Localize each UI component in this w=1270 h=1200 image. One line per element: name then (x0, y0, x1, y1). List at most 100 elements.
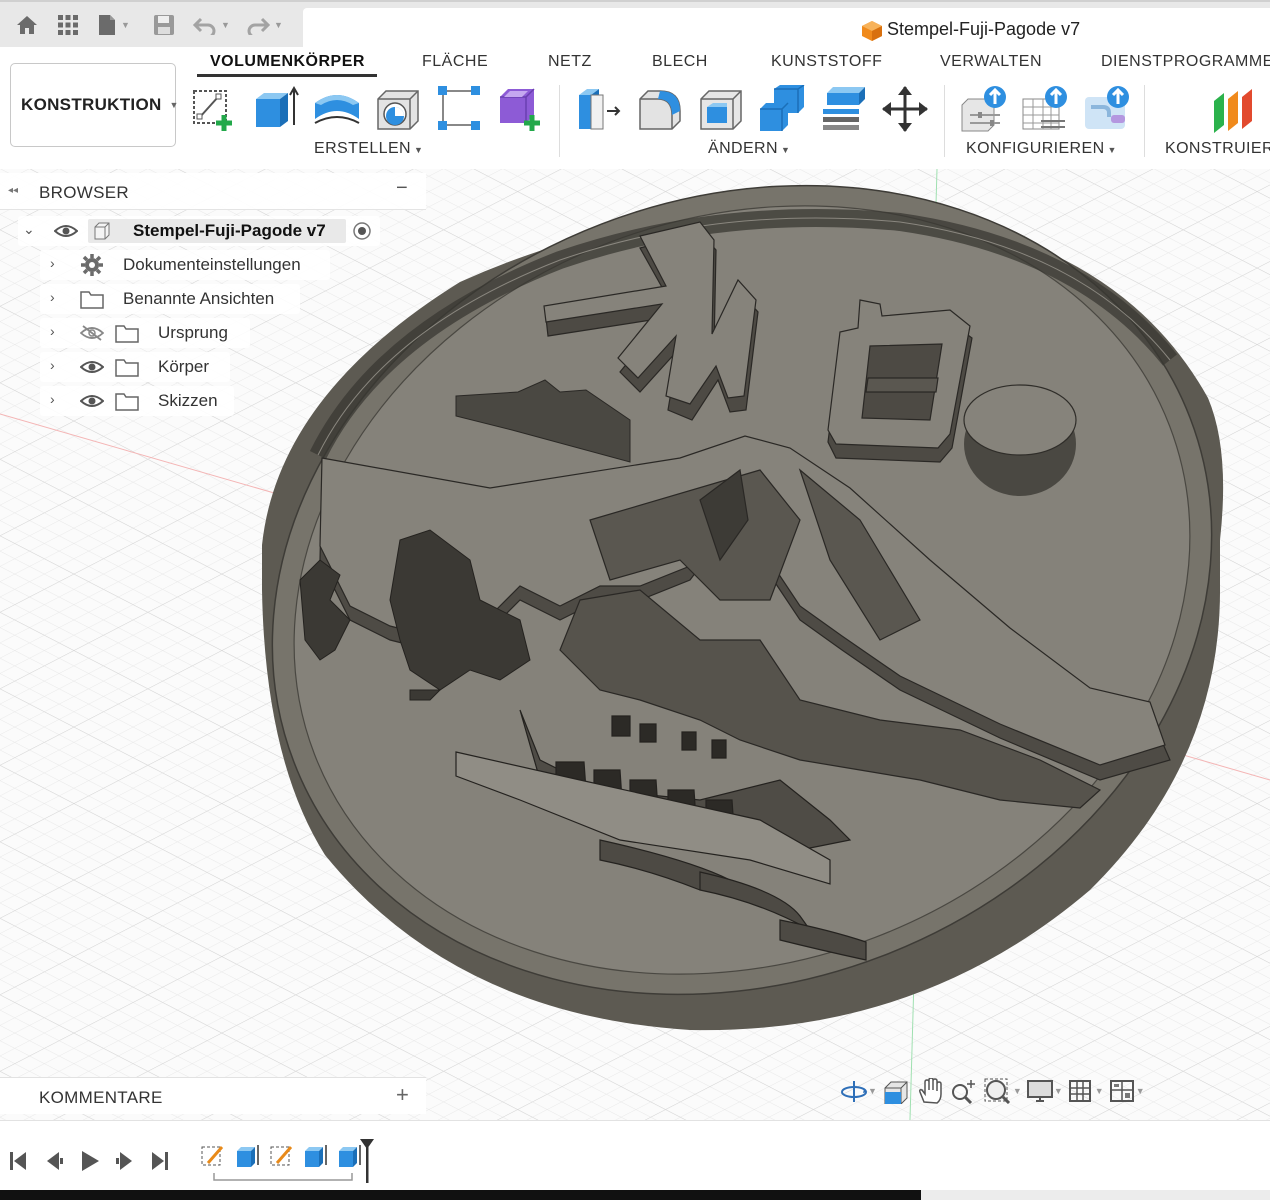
tab-kunststoff[interactable]: KUNSTSTOFF (771, 53, 882, 71)
eye-hidden-icon[interactable] (80, 325, 104, 341)
configure-table-icon[interactable] (1021, 85, 1069, 133)
tab-flaeche[interactable]: FLÄCHE (422, 53, 488, 71)
extrude-icon[interactable] (252, 85, 300, 133)
step-forward-icon[interactable] (114, 1150, 136, 1172)
tree-root[interactable]: ⌄ Stempel-Fuji-Pagode v7 (18, 216, 380, 246)
ribbon-toolbar: KONSTRUKTION ▼ VOLUMENKÖRPER FLÄCHE NETZ … (0, 47, 1270, 169)
configure-rules-icon[interactable] (1083, 85, 1131, 133)
tree-item-label: Körper (158, 357, 210, 376)
timeline-marker[interactable] (358, 1137, 376, 1185)
chevron-right-icon[interactable]: › (50, 357, 66, 373)
look-at-icon[interactable] (881, 1078, 911, 1104)
sketch-feature-icon[interactable] (200, 1143, 226, 1169)
pan-icon[interactable] (915, 1078, 945, 1104)
pattern-icon[interactable] (435, 85, 483, 133)
minimize-icon[interactable]: − (396, 177, 408, 200)
press-pull-icon[interactable] (575, 85, 623, 133)
document-cube-icon (862, 21, 882, 41)
chevron-down-icon: ▼ (780, 145, 791, 155)
new-component-icon[interactable] (498, 85, 546, 133)
tree-item-benannte-ansichten[interactable]: › Benannte Ansichten (40, 284, 300, 314)
extrude-feature-icon[interactable] (303, 1143, 329, 1169)
fit-icon[interactable]: ▼ (983, 1078, 1022, 1104)
navigation-bar: ▼ ▼ ▼ ▼ ▼ (840, 1076, 1145, 1106)
chevron-right-icon[interactable]: › (50, 391, 66, 407)
tree-item-label: Ursprung (158, 323, 228, 342)
folder-icon (115, 393, 139, 411)
add-comment-icon[interactable]: + (396, 1082, 409, 1108)
redo-icon[interactable]: ▼ (246, 12, 283, 38)
create-sketch-icon[interactable] (190, 85, 238, 133)
display-settings-icon[interactable]: ▼ (1026, 1078, 1063, 1104)
comments-title: KOMMENTARE (39, 1088, 163, 1107)
radio-active-icon[interactable] (352, 221, 372, 241)
tab-dienstprogramme[interactable]: DIENSTPROGRAMME (1101, 53, 1270, 71)
chevron-down-icon: ▼ (413, 145, 424, 155)
tab-blech[interactable]: BLECH (652, 53, 708, 71)
undo-icon[interactable]: ▼ (193, 12, 230, 38)
group-konstruieren[interactable]: KONSTRUIER (1165, 140, 1270, 158)
folder-icon (115, 325, 139, 343)
eye-icon[interactable] (54, 223, 78, 239)
extrude-feature-icon[interactable] (235, 1143, 261, 1169)
canvas-viewport[interactable]: ◂◂ BROWSER − ⌄ Stempel-Fuji-Pagode v7 › … (0, 169, 1270, 1190)
zoom-icon[interactable] (949, 1078, 979, 1104)
configure-parameters-icon[interactable] (960, 85, 1008, 133)
title-bar: ▼ ▼ ▼ Stempel-Fuji-Pagode v7 (0, 0, 1270, 49)
go-to-start-icon[interactable] (8, 1150, 28, 1172)
active-tab-indicator (197, 74, 377, 77)
move-icon[interactable] (881, 85, 929, 133)
chevron-down-icon: ▼ (169, 100, 179, 110)
group-aendern[interactable]: ÄNDERN ▼ (708, 140, 790, 158)
group-separator (559, 85, 560, 157)
chevron-right-icon[interactable]: › (50, 289, 66, 305)
tree-item-koerper[interactable]: › Körper (40, 352, 230, 382)
go-to-end-icon[interactable] (150, 1150, 170, 1172)
shell-icon[interactable] (697, 85, 745, 133)
document-tab[interactable]: Stempel-Fuji-Pagode v7 (303, 8, 1270, 49)
file-icon[interactable]: ▼ (97, 12, 130, 38)
eye-icon[interactable] (80, 393, 104, 409)
tree-root-label: Stempel-Fuji-Pagode v7 (133, 221, 326, 240)
combine-icon[interactable] (758, 84, 806, 133)
tree-item-label: Dokumenteinstellungen (123, 255, 301, 274)
tab-volumenkoerper[interactable]: VOLUMENKÖRPER (210, 53, 365, 71)
folder-icon (115, 359, 139, 377)
viewports-icon[interactable]: ▼ (1108, 1078, 1145, 1104)
offset-plane-icon[interactable] (1210, 85, 1258, 133)
group-konfigurieren-label: KONFIGURIEREN (966, 140, 1105, 157)
component-icon (94, 222, 110, 240)
step-back-icon[interactable] (43, 1150, 65, 1172)
group-separator (1144, 85, 1145, 157)
folder-icon (80, 291, 104, 309)
chevron-right-icon[interactable]: › (50, 323, 66, 339)
eye-icon[interactable] (80, 359, 104, 375)
chevron-right-icon[interactable]: › (50, 255, 66, 271)
workspace-switcher[interactable]: KONSTRUKTION ▼ (10, 63, 179, 147)
home-icon[interactable] (15, 12, 39, 38)
tab-netz[interactable]: NETZ (548, 53, 592, 71)
orbit-icon[interactable]: ▼ (840, 1078, 877, 1104)
fillet-icon[interactable] (636, 85, 684, 133)
tab-verwalten[interactable]: VERWALTEN (940, 53, 1042, 71)
group-erstellen[interactable]: ERSTELLEN ▼ (314, 140, 423, 158)
tree-item-ursprung[interactable]: › Ursprung (40, 318, 250, 348)
chevron-down-icon[interactable]: ⌄ (23, 221, 39, 238)
timeline-bar (0, 1120, 1270, 1191)
grid-settings-icon[interactable]: ▼ (1067, 1078, 1104, 1104)
grid-icon[interactable] (57, 12, 79, 38)
tree-item-skizzen[interactable]: › Skizzen (40, 386, 234, 416)
collapse-panel-icon[interactable]: ◂◂ (8, 185, 18, 196)
play-icon[interactable] (79, 1149, 101, 1173)
hole-icon[interactable] (374, 85, 422, 133)
timeline-track (213, 1173, 353, 1181)
tree-item-dokumenteinstellungen[interactable]: › Dokumenteinstellungen (40, 250, 330, 280)
browser-panel-header: ◂◂ BROWSER − (0, 173, 426, 210)
save-icon[interactable] (153, 12, 175, 38)
group-erstellen-label: ERSTELLEN (314, 140, 411, 157)
group-konfigurieren[interactable]: KONFIGURIEREN ▼ (966, 140, 1117, 158)
comments-panel: KOMMENTARE + (0, 1077, 426, 1114)
sketch-feature-icon[interactable] (269, 1143, 295, 1169)
align-icon[interactable] (819, 85, 867, 133)
revolve-icon[interactable] (313, 85, 361, 133)
